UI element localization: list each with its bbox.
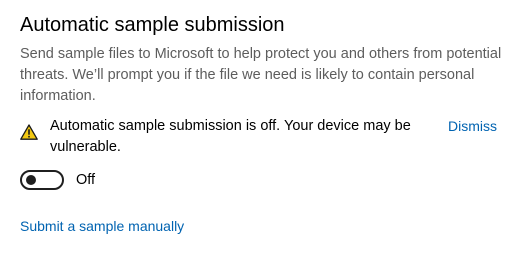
toggle-state-label: Off	[76, 172, 96, 188]
warning-message: Automatic sample submission is off. Your…	[50, 118, 411, 155]
toggle-knob	[26, 175, 36, 185]
warning-icon	[20, 124, 38, 140]
submit-sample-manually-link[interactable]: Submit a sample manually	[20, 216, 184, 236]
warning-banner: Automatic sample submission is off. Your…	[20, 116, 510, 160]
section-title: Automatic sample submission	[20, 14, 285, 36]
section-description: Send sample files to Microsoft to help p…	[20, 46, 502, 104]
dismiss-link[interactable]: Dismiss	[448, 116, 497, 137]
sample-submission-toggle[interactable]	[20, 170, 64, 190]
